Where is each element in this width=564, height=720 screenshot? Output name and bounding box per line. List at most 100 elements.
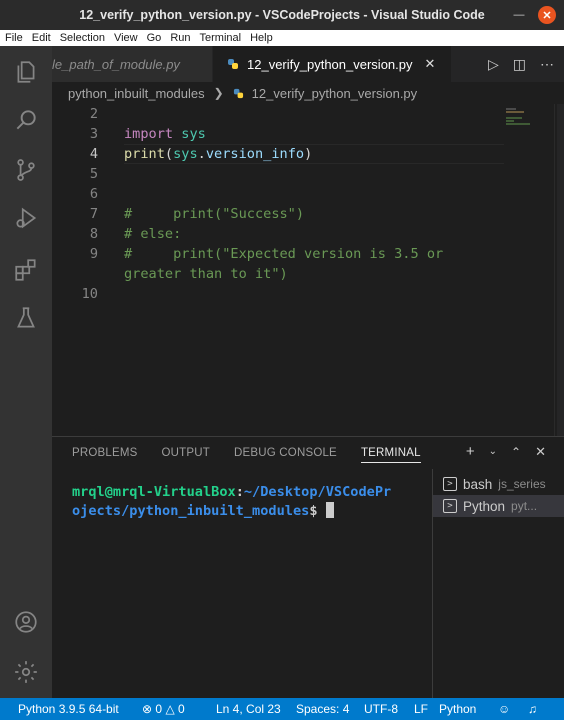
- new-terminal-icon[interactable]: +: [466, 443, 475, 460]
- code-attribute: version_info: [205, 146, 305, 162]
- tab-label: le_path_of_module.py: [52, 56, 180, 72]
- maximize-panel-icon[interactable]: ⌃: [511, 445, 521, 459]
- terminal-path: ~/Desktop/VSCodePr: [243, 484, 392, 500]
- code-module: sys: [181, 126, 206, 142]
- line-number: 6: [89, 186, 98, 202]
- menu-help[interactable]: Help: [250, 32, 273, 44]
- line-number: 8: [89, 226, 98, 242]
- status-bar: Python 3.9.5 64-bit ⊗ 0 △ 0 Ln 4, Col 23…: [0, 698, 564, 720]
- terminal-user: mrql@mrql-VirtualBox: [72, 484, 236, 500]
- tab-problems[interactable]: PROBLEMS: [72, 447, 138, 459]
- split-editor-icon[interactable]: ◫: [513, 56, 526, 73]
- problems-status[interactable]: ⊗ 0 △ 0: [142, 702, 185, 716]
- python-interpreter[interactable]: Python 3.9.5 64-bit: [18, 702, 119, 716]
- bottom-panel: PROBLEMS OUTPUT DEBUG CONSOLE TERMINAL +…: [52, 436, 564, 699]
- terminal-desc: js_series: [498, 477, 546, 491]
- search-icon[interactable]: [12, 106, 40, 134]
- terminal-prompt: $: [309, 503, 318, 519]
- testing-icon[interactable]: [12, 304, 40, 332]
- chevron-right-icon: ❯: [213, 86, 224, 100]
- menu-terminal[interactable]: Terminal: [200, 32, 242, 44]
- activity-bar: [0, 46, 52, 698]
- line-number: 9: [89, 246, 98, 262]
- menu-selection[interactable]: Selection: [60, 32, 105, 44]
- chevron-down-icon[interactable]: ⌄: [489, 446, 497, 457]
- terminal-item-python[interactable]: > Python pyt...: [433, 495, 564, 517]
- tab-path-of-module[interactable]: le_path_of_module.py: [52, 46, 212, 82]
- run-debug-icon[interactable]: [12, 204, 40, 232]
- terminal-name: Python: [463, 498, 506, 514]
- tab-output[interactable]: OUTPUT: [162, 447, 210, 459]
- close-tab-icon[interactable]: ✕: [425, 56, 436, 72]
- breadcrumb-folder[interactable]: python_inbuilt_modules: [68, 86, 205, 101]
- tab-verify-python-version[interactable]: 12_verify_python_version.py ✕: [213, 46, 451, 82]
- code-paren: (: [164, 146, 174, 162]
- terminal-list: > bash js_series > Python pyt...: [432, 469, 564, 699]
- terminal-path-cont: ojects/python_inbuilt_modules: [72, 503, 310, 519]
- overview-ruler: [557, 104, 564, 436]
- menu-run[interactable]: Run: [170, 32, 190, 44]
- tab-terminal[interactable]: TERMINAL: [360, 447, 421, 463]
- line-number: 7: [89, 206, 98, 222]
- end-of-line[interactable]: LF: [414, 702, 428, 716]
- code-comment: # print("Expected version is 3.5 or: [124, 246, 444, 262]
- warning-icon: △: [165, 702, 175, 716]
- breadcrumb-file[interactable]: 12_verify_python_version.py: [252, 86, 418, 101]
- close-panel-icon[interactable]: ✕: [535, 444, 546, 460]
- terminal-item-bash[interactable]: > bash js_series: [433, 473, 564, 495]
- line-number: 4: [89, 146, 98, 162]
- indentation[interactable]: Spaces: 4: [296, 702, 349, 716]
- account-icon[interactable]: [12, 608, 40, 636]
- encoding[interactable]: UTF-8: [364, 702, 398, 716]
- menu-go[interactable]: Go: [147, 32, 162, 44]
- code-editor[interactable]: 2 3 import sys 4 print(sys.version_info)…: [52, 104, 564, 436]
- code-comment: # print("Success"): [124, 206, 305, 222]
- minimize-button[interactable]: —: [510, 6, 528, 24]
- error-count: 0: [155, 702, 163, 716]
- python-file-icon: [233, 88, 243, 98]
- menu-bar: File Edit Selection View Go Run Terminal…: [0, 30, 564, 46]
- editor-tabs: le_path_of_module.py 12_verify_python_ve…: [52, 46, 564, 82]
- more-actions-icon[interactable]: ⋯: [540, 56, 554, 73]
- error-icon: ⊗: [142, 702, 153, 716]
- terminal-icon: >: [443, 499, 457, 513]
- terminal-icon: >: [443, 477, 457, 491]
- warning-count: 0: [178, 702, 185, 716]
- run-file-icon[interactable]: ▷: [488, 56, 499, 73]
- code-paren: ): [304, 146, 313, 162]
- language-mode[interactable]: Python: [439, 702, 476, 716]
- source-control-icon[interactable]: [12, 156, 40, 184]
- code-comment-wrapped: greater than to it"): [124, 266, 288, 282]
- explorer-icon[interactable]: [12, 58, 40, 86]
- menu-file[interactable]: File: [5, 32, 23, 44]
- terminal-name: bash: [463, 476, 493, 492]
- terminal-output[interactable]: mrql@mrql-VirtualBox:~/Desktop/VSCodePr …: [72, 483, 422, 521]
- code-function: print: [124, 146, 165, 162]
- line-number: 10: [81, 286, 98, 302]
- tab-debug-console[interactable]: DEBUG CONSOLE: [234, 447, 337, 459]
- terminal-colon: :: [235, 484, 244, 500]
- menu-edit[interactable]: Edit: [32, 32, 51, 44]
- breadcrumb: python_inbuilt_modules ❯ 12_verify_pytho…: [52, 82, 564, 104]
- minimap[interactable]: [504, 104, 554, 144]
- feedback-icon[interactable]: ☺: [498, 702, 510, 716]
- menu-view[interactable]: View: [114, 32, 138, 44]
- python-file-icon: [228, 59, 238, 69]
- code-module: sys: [173, 146, 198, 162]
- settings-gear-icon[interactable]: [12, 658, 40, 686]
- code-comment: # else:: [124, 226, 182, 242]
- line-number: 3: [89, 126, 98, 142]
- window-title: 12_verify_python_version.py - VSCodeProj…: [79, 8, 485, 22]
- code-dot: .: [197, 146, 206, 162]
- title-bar: 12_verify_python_version.py - VSCodeProj…: [0, 0, 564, 30]
- terminal-cursor: [325, 502, 334, 518]
- cursor-position[interactable]: Ln 4, Col 23: [216, 702, 281, 716]
- code-keyword: import: [124, 126, 174, 142]
- tab-label: 12_verify_python_version.py: [247, 56, 413, 72]
- notifications-icon[interactable]: ♫: [528, 702, 537, 716]
- close-window-button[interactable]: ✕: [538, 6, 556, 24]
- extensions-icon[interactable]: [12, 256, 40, 284]
- terminal-desc: pyt...: [511, 499, 538, 513]
- line-number: 5: [89, 166, 98, 182]
- line-number: 2: [89, 106, 98, 122]
